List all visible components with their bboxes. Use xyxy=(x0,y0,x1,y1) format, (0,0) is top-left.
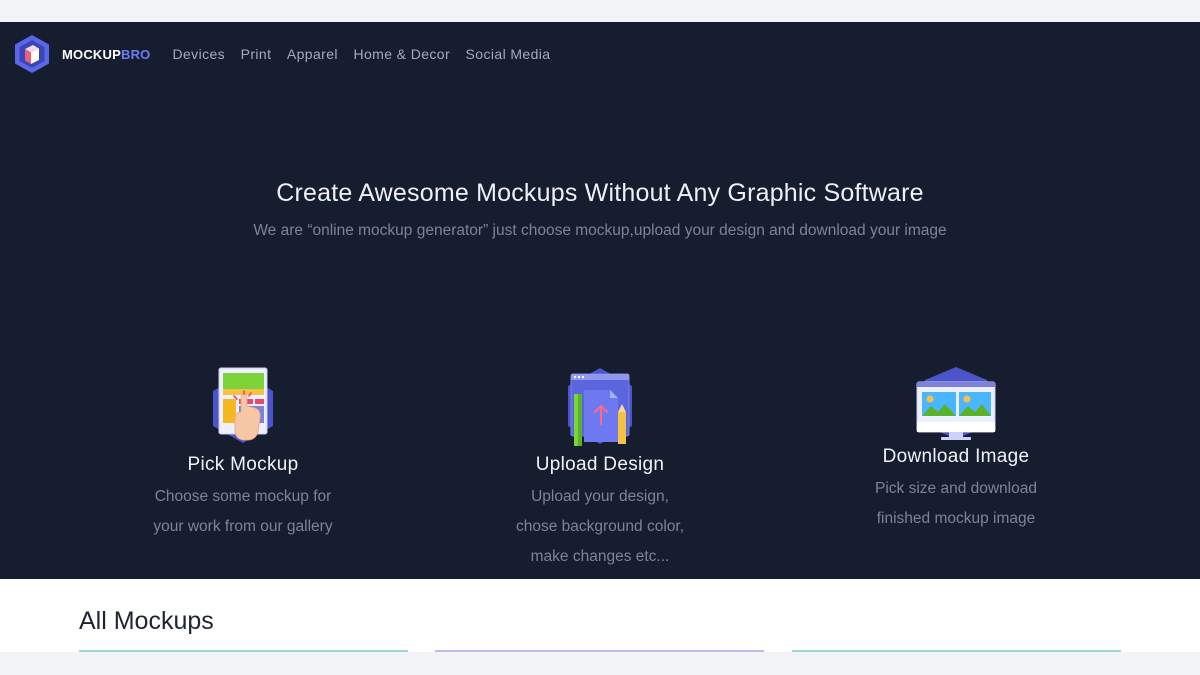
mockupbro-logo-icon xyxy=(15,35,49,73)
feature-title: Pick Mockup xyxy=(187,454,299,475)
nav-apparel[interactable]: Apparel xyxy=(287,46,338,62)
nav-social-media[interactable]: Social Media xyxy=(466,46,551,62)
brand-name: MOCKUPBRO xyxy=(62,46,151,62)
feature-title: Upload Design xyxy=(535,454,665,475)
page: MOCKUPBRO Devices Print Apparel Home & D… xyxy=(0,0,1200,675)
hero-title: Create Awesome Mockups Without Any Graph… xyxy=(276,179,924,207)
feature-description: Pick size and download finished mockup i… xyxy=(875,480,1037,527)
hero-subtitle: We are “online mockup generator” just ch… xyxy=(253,222,947,239)
feature-upload-design: Upload Design Upload your design, chose … xyxy=(440,366,760,572)
nav-print[interactable]: Print xyxy=(241,46,272,62)
mockup-card[interactable] xyxy=(79,650,408,652)
section-title: All Mockups xyxy=(79,607,214,635)
feature-download-image: Download Image Pick size and download fi… xyxy=(796,366,1116,534)
feature-description: Upload your design, chose background col… xyxy=(515,488,685,565)
mockup-card[interactable] xyxy=(435,650,764,652)
brand-link[interactable]: MOCKUPBRO xyxy=(13,34,150,74)
navbar: MOCKUPBRO Devices Print Apparel Home & D… xyxy=(0,22,1200,86)
all-mockups-section: All Mockups xyxy=(0,579,1200,652)
feature-pick-mockup: Pick Mockup Choose some mockup for your … xyxy=(83,366,403,542)
nav-devices[interactable]: Devices xyxy=(172,46,225,62)
pick-mockup-icon xyxy=(213,367,273,443)
upload-design-icon xyxy=(568,368,632,446)
download-image-icon xyxy=(916,367,996,440)
mockup-card[interactable] xyxy=(792,650,1121,652)
feature-title: Download Image xyxy=(882,446,1030,467)
main-nav: Devices Print Apparel Home & Decor Socia… xyxy=(172,46,566,62)
nav-home-decor[interactable]: Home & Decor xyxy=(353,46,450,62)
hero-section: MOCKUPBRO Devices Print Apparel Home & D… xyxy=(0,22,1200,579)
feature-description: Choose some mockup for your work from ou… xyxy=(153,488,333,535)
